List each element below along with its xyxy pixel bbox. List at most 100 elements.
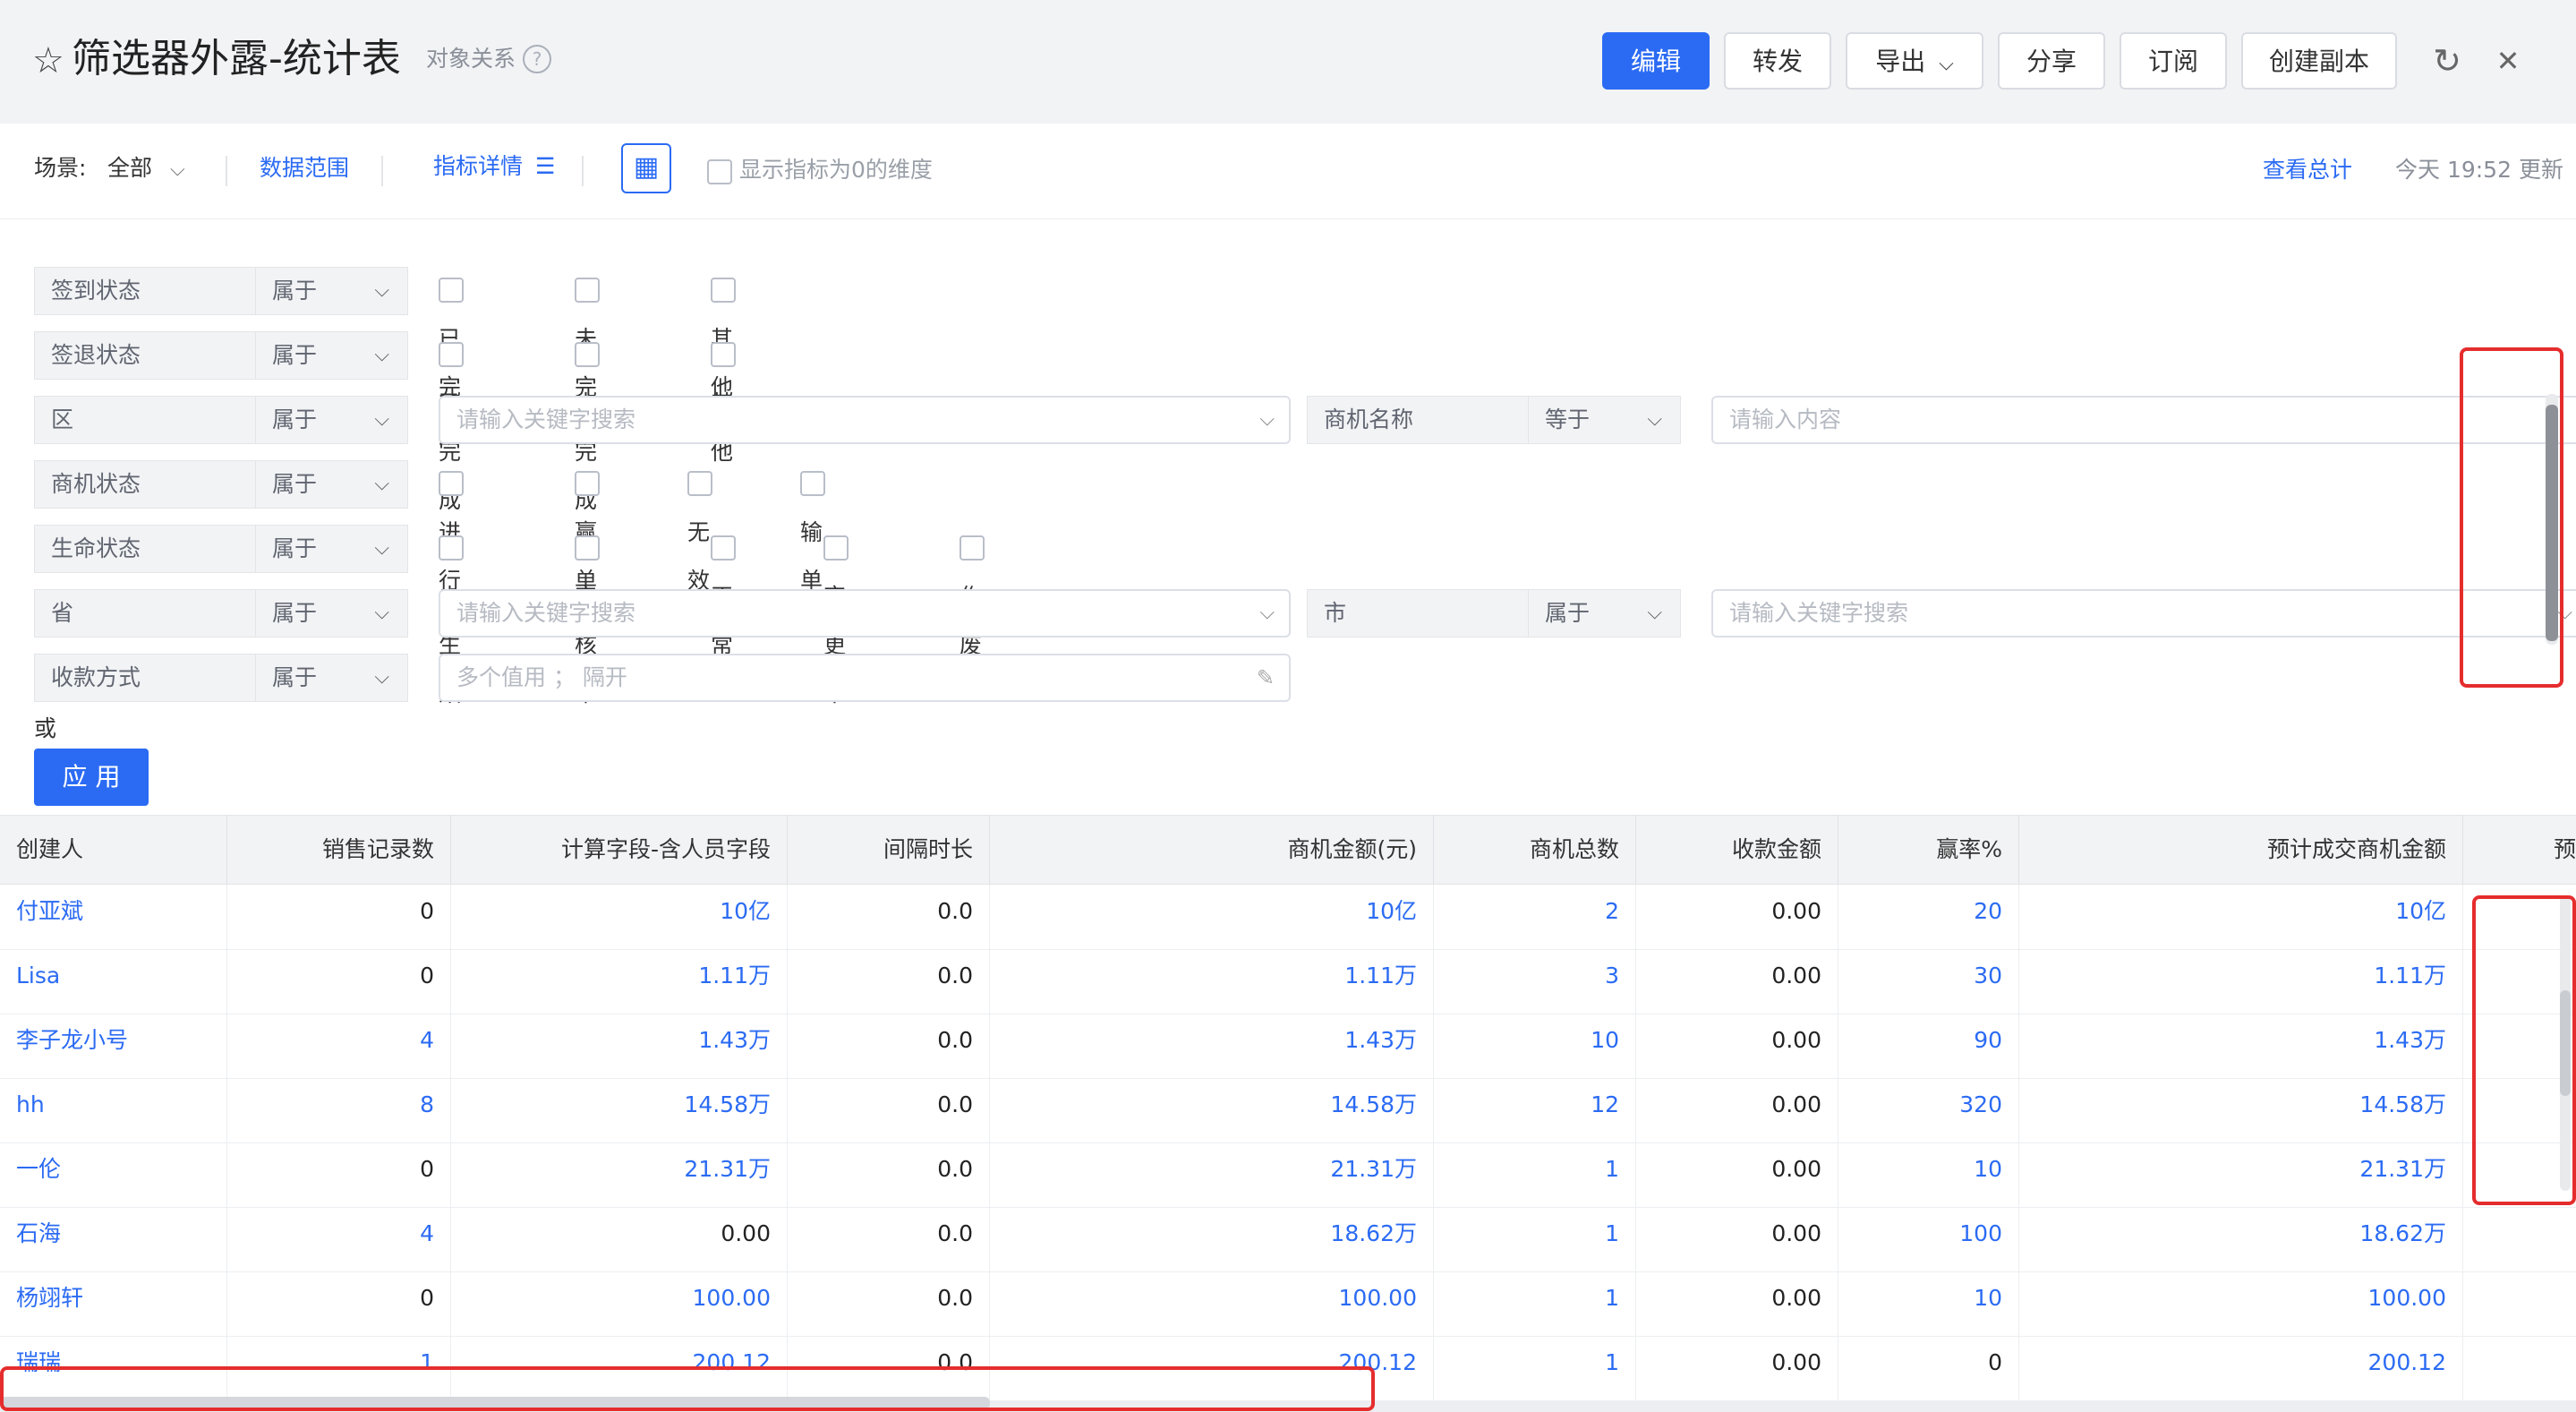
table-cell[interactable]: 12	[1434, 1078, 1636, 1142]
filter-operator-select[interactable]: 属于 ⌵	[256, 331, 408, 380]
creator-cell[interactable]: 付亚斌	[0, 885, 227, 949]
export-button[interactable]: 导出 ⌵	[1846, 32, 1983, 90]
table-cell[interactable]: 1	[1434, 1207, 1636, 1271]
checkbox-option[interactable]: 作废	[960, 525, 1001, 658]
checkbox[interactable]	[575, 278, 600, 303]
table-cell[interactable]: 10	[1434, 1014, 1636, 1078]
checkbox[interactable]	[575, 535, 600, 561]
forward-button[interactable]: 转发	[1724, 32, 1831, 90]
object-relation-label[interactable]: 对象关系	[426, 43, 516, 75]
province-search-input[interactable]: 请输入关键字搜索 ⌵	[439, 589, 1291, 638]
table-cell[interactable]: 90	[1838, 1014, 2019, 1078]
filter-operator-select[interactable]: 属于 ⌵	[256, 267, 408, 315]
creator-cell[interactable]: 杨翊轩	[0, 1271, 227, 1336]
checkbox[interactable]	[439, 342, 464, 367]
refresh-icon[interactable]: ↻	[2426, 39, 2469, 82]
checkbox-option[interactable]: 已完成	[439, 267, 480, 449]
table-cell[interactable]: 8	[227, 1078, 451, 1142]
creator-cell[interactable]: Lisa	[0, 949, 227, 1014]
table-cell[interactable]: 100	[1838, 1207, 2019, 1271]
checkbox[interactable]	[711, 535, 736, 561]
column-header[interactable]: 创建人	[0, 816, 227, 884]
checkbox-option[interactable]: 无效	[687, 460, 729, 594]
table-cell[interactable]: 320	[1838, 1078, 2019, 1142]
city-search-input[interactable]: 请输入关键字搜索 ⌵	[1711, 589, 2576, 638]
checkbox[interactable]	[823, 535, 849, 561]
table-cell[interactable]: 10亿	[2019, 885, 2463, 949]
subscribe-button[interactable]: 订阅	[2120, 32, 2227, 90]
creator-cell[interactable]: 一伦	[0, 1142, 227, 1207]
filter-operator-select[interactable]: 属于 ⌵	[256, 525, 408, 573]
table-cell[interactable]: 18.62万	[2019, 1207, 2463, 1271]
checkbox-option[interactable]: 赢单	[575, 460, 616, 594]
column-header[interactable]: 预计成交商机金额	[2019, 816, 2463, 884]
checkbox[interactable]	[687, 471, 712, 496]
checkbox-option[interactable]: 变更中	[823, 525, 865, 706]
table-cell[interactable]: 30	[1838, 949, 2019, 1014]
table-cell[interactable]: 200.12	[2019, 1336, 2463, 1400]
create-copy-button[interactable]: 创建副本	[2241, 32, 2397, 90]
filter-operator-select[interactable]: 属于 ⌵	[256, 396, 408, 444]
column-header[interactable]: 商机金额(元)	[990, 816, 1434, 884]
table-cell[interactable]: 1.43万	[2019, 1014, 2463, 1078]
table-cell[interactable]: 1.11万	[451, 949, 788, 1014]
column-header[interactable]: 预	[2463, 816, 2576, 884]
apply-button[interactable]: 应 用	[34, 749, 149, 806]
table-view-icon[interactable]: ▦	[621, 143, 671, 193]
table-cell[interactable]: 1.11万	[2019, 949, 2463, 1014]
table-cell[interactable]: 1	[1434, 1336, 1636, 1400]
table-cell[interactable]: 100.00	[2019, 1271, 2463, 1336]
column-header[interactable]: 计算字段-含人员字段	[451, 816, 788, 884]
checkbox-option[interactable]: 输单	[800, 460, 841, 594]
table-cell[interactable]: 10亿	[990, 885, 1434, 949]
table-cell[interactable]: 1.43万	[451, 1014, 788, 1078]
edit-button[interactable]: 编辑	[1602, 32, 1710, 90]
table-cell[interactable]: 4	[227, 1014, 451, 1078]
table-cell[interactable]: 20	[1838, 885, 2019, 949]
close-icon[interactable]: ✕	[2486, 39, 2529, 82]
column-header[interactable]: 收款金额	[1636, 816, 1838, 884]
checkbox[interactable]	[575, 471, 600, 496]
table-cell[interactable]: 18.62万	[990, 1207, 1434, 1271]
table-cell[interactable]: 10	[1838, 1271, 2019, 1336]
checkbox-option[interactable]: 审核中	[575, 525, 616, 706]
filter-operator-select[interactable]: 属于 ⌵	[256, 654, 408, 702]
checkbox[interactable]	[439, 471, 464, 496]
filter-operator-select[interactable]: 等于 ⌵	[1529, 396, 1681, 444]
checkbox-option[interactable]: 正常	[711, 525, 752, 658]
table-cell[interactable]: 1.11万	[990, 949, 1434, 1014]
checkbox[interactable]	[800, 471, 825, 496]
table-cell[interactable]: 2	[1434, 885, 1636, 949]
checkbox-option[interactable]: 其他	[711, 331, 752, 465]
table-cell[interactable]: 100.00	[451, 1271, 788, 1336]
show-zero-checkbox[interactable]	[707, 159, 732, 184]
column-header[interactable]: 销售记录数	[227, 816, 451, 884]
table-cell[interactable]: 4	[227, 1207, 451, 1271]
table-cell[interactable]: 3	[1434, 949, 1636, 1014]
table-cell[interactable]: 1	[1434, 1142, 1636, 1207]
table-cell[interactable]: 14.58万	[451, 1078, 788, 1142]
checkbox[interactable]	[439, 535, 464, 561]
opportunity-name-input[interactable]: 请输入内容	[1711, 396, 2576, 444]
checkbox-option[interactable]: 未完成	[575, 267, 616, 449]
checkbox[interactable]	[711, 278, 736, 303]
filter-operator-select[interactable]: 属于 ⌵	[1529, 589, 1681, 638]
table-cell[interactable]: 1.43万	[990, 1014, 1434, 1078]
data-range-link[interactable]: 数据范围	[260, 152, 349, 184]
checkbox[interactable]	[711, 342, 736, 367]
district-search-input[interactable]: 请输入关键字搜索 ⌵	[439, 396, 1291, 444]
help-icon[interactable]: ?	[523, 45, 551, 73]
table-cell[interactable]: 21.31万	[2019, 1142, 2463, 1207]
table-cell[interactable]: 21.31万	[451, 1142, 788, 1207]
table-cell[interactable]: 1	[1434, 1271, 1636, 1336]
view-total-link[interactable]: 查看总计	[2263, 154, 2352, 186]
checkbox-option[interactable]: 进行中	[439, 460, 480, 642]
checkbox-option[interactable]: 其他	[711, 267, 752, 400]
filter-operator-select[interactable]: 属于 ⌵	[256, 589, 408, 638]
creator-cell[interactable]: 石海	[0, 1207, 227, 1271]
checkbox[interactable]	[960, 535, 985, 561]
checkbox-option[interactable]: 已完成	[439, 331, 480, 513]
table-cell[interactable]: 14.58万	[2019, 1078, 2463, 1142]
metric-detail-link[interactable]: 指标详情 ☰	[433, 150, 555, 183]
table-cell[interactable]: 10	[1838, 1142, 2019, 1207]
